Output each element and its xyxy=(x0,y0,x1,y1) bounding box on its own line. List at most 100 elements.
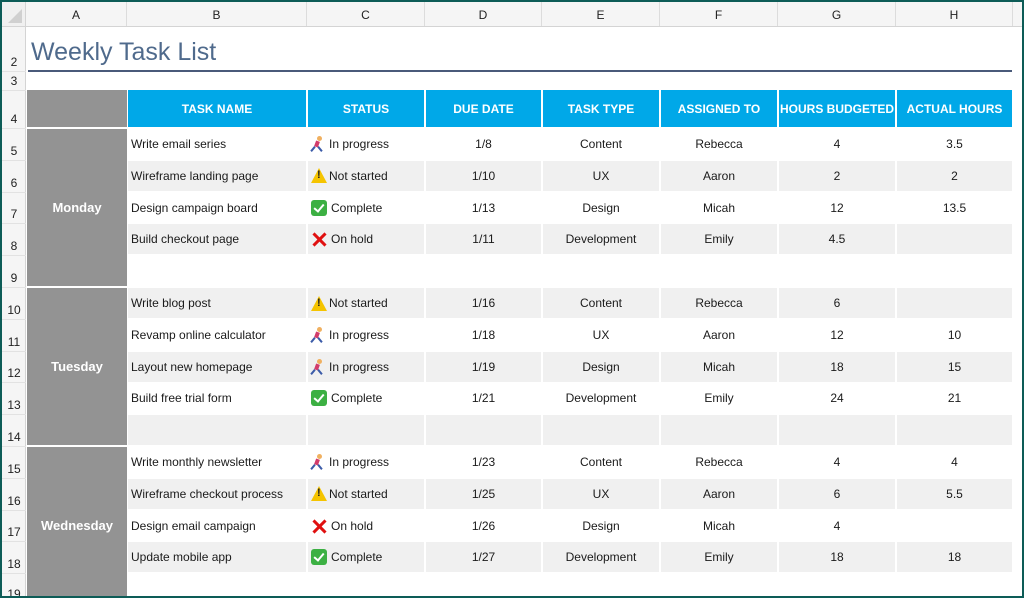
cell-assigned[interactable]: Aaron xyxy=(661,320,777,350)
column-header-h[interactable]: H xyxy=(896,2,1013,26)
cell-task[interactable] xyxy=(128,256,306,286)
cell-task[interactable]: Build checkout page xyxy=(128,224,306,255)
cell-actual[interactable]: 18 xyxy=(897,542,1012,573)
cell-task[interactable]: Layout new homepage xyxy=(128,351,306,382)
cell-assigned[interactable]: Micah xyxy=(661,351,777,382)
column-header-a[interactable]: A xyxy=(26,2,127,26)
day-label-tuesday[interactable]: Tuesday xyxy=(27,288,127,445)
cell-actual[interactable]: 5.5 xyxy=(897,478,1012,509)
cell-due[interactable] xyxy=(426,256,541,286)
cell-assigned[interactable]: Emily xyxy=(661,224,777,255)
column-header-actual-hours[interactable]: ACTUAL HOURS xyxy=(897,90,1012,127)
day-label-wednesday[interactable]: Wednesday xyxy=(27,447,127,596)
cell-status[interactable]: In progress xyxy=(308,320,424,350)
cell-due[interactable]: 1/10 xyxy=(426,160,541,191)
cell-type[interactable]: Design xyxy=(543,511,659,541)
column-header-g[interactable]: G xyxy=(778,2,896,26)
row-header-16[interactable]: 16 xyxy=(2,479,26,511)
column-header-e[interactable]: E xyxy=(542,2,660,26)
cell-due[interactable]: 1/11 xyxy=(426,224,541,255)
cell-assigned[interactable]: Rebecca xyxy=(661,447,777,477)
cell-type[interactable]: Development xyxy=(543,542,659,573)
cell-status[interactable]: Complete xyxy=(308,383,424,413)
cell-task[interactable]: Update mobile app xyxy=(128,542,306,573)
cell-assigned[interactable] xyxy=(661,415,777,446)
day-label-monday[interactable]: Monday xyxy=(27,129,127,286)
cell-status[interactable]: In progress xyxy=(308,129,424,159)
row-header-19[interactable]: 19 xyxy=(2,574,26,596)
cell-actual[interactable] xyxy=(897,415,1012,446)
cell-due[interactable]: 1/23 xyxy=(426,447,541,477)
column-header-d[interactable]: D xyxy=(425,2,542,26)
cell-type[interactable]: Development xyxy=(543,383,659,413)
cell-status[interactable]: On hold xyxy=(308,224,424,255)
cell-assigned[interactable]: Rebecca xyxy=(661,288,777,318)
cell-type[interactable]: Design xyxy=(543,351,659,382)
cell-type[interactable]: Development xyxy=(543,224,659,255)
cell-budgeted[interactable] xyxy=(779,256,895,286)
cell-status[interactable]: Complete xyxy=(308,193,424,223)
select-all-corner[interactable] xyxy=(2,2,26,26)
cell-budgeted[interactable]: 24 xyxy=(779,383,895,413)
row-header-15[interactable]: 15 xyxy=(2,447,26,479)
cell-due[interactable]: 1/18 xyxy=(426,320,541,350)
cell-status[interactable]: Not started xyxy=(308,288,424,318)
cell-task[interactable]: Revamp online calculator xyxy=(128,320,306,350)
cell-budgeted[interactable]: 18 xyxy=(779,542,895,573)
cell-type[interactable] xyxy=(543,256,659,286)
row-header-13[interactable]: 13 xyxy=(2,383,26,416)
cell-task[interactable] xyxy=(128,415,306,446)
cell-assigned[interactable]: Rebecca xyxy=(661,129,777,159)
cell-task[interactable]: Wireframe landing page xyxy=(128,160,306,191)
cell-actual[interactable]: 13.5 xyxy=(897,193,1012,223)
cell-task[interactable]: Write monthly newsletter xyxy=(128,447,306,477)
column-header-task-name[interactable]: TASK NAME xyxy=(128,90,306,127)
row-header-4[interactable]: 4 xyxy=(2,91,26,129)
cell-actual[interactable]: 21 xyxy=(897,383,1012,413)
cell-task[interactable]: Write blog post xyxy=(128,288,306,318)
column-header-hours-budgeted[interactable]: HOURS BUDGETED xyxy=(779,90,895,127)
cell-task[interactable]: Write email series xyxy=(128,129,306,159)
cell-due[interactable]: 1/27 xyxy=(426,542,541,573)
cell-type[interactable] xyxy=(543,415,659,446)
row-header-18[interactable]: 18 xyxy=(2,542,26,575)
cell-status[interactable] xyxy=(308,256,424,286)
cell-budgeted[interactable]: 12 xyxy=(779,320,895,350)
column-header-f[interactable]: F xyxy=(660,2,778,26)
cell-type[interactable]: UX xyxy=(543,320,659,350)
cell-actual[interactable] xyxy=(897,224,1012,255)
row-header-2[interactable]: 2 xyxy=(2,27,26,72)
cell-actual[interactable] xyxy=(897,511,1012,541)
column-header-assigned-to[interactable]: ASSIGNED TO xyxy=(661,90,777,127)
cell-actual[interactable]: 15 xyxy=(897,351,1012,382)
column-header-task-type[interactable]: TASK TYPE xyxy=(543,90,659,127)
cell-budgeted[interactable]: 4 xyxy=(779,511,895,541)
row-header-8[interactable]: 8 xyxy=(2,224,26,257)
cell-assigned[interactable]: Emily xyxy=(661,542,777,573)
row-header-14[interactable]: 14 xyxy=(2,415,26,447)
cell-type[interactable]: UX xyxy=(543,160,659,191)
cell-due[interactable]: 1/19 xyxy=(426,351,541,382)
cell-budgeted[interactable]: 12 xyxy=(779,193,895,223)
cell-due[interactable]: 1/16 xyxy=(426,288,541,318)
cell-due[interactable] xyxy=(426,415,541,446)
cell-due[interactable]: 1/21 xyxy=(426,383,541,413)
row-header-5[interactable]: 5 xyxy=(2,129,26,161)
column-header-b[interactable]: B xyxy=(127,2,307,26)
row-header-7[interactable]: 7 xyxy=(2,193,26,225)
cell-assigned[interactable]: Micah xyxy=(661,193,777,223)
cell-task[interactable]: Build free trial form xyxy=(128,383,306,413)
cell-assigned[interactable]: Micah xyxy=(661,511,777,541)
sheet-title[interactable]: Weekly Task List xyxy=(31,38,216,67)
cell-status[interactable]: In progress xyxy=(308,447,424,477)
cell-actual[interactable]: 3.5 xyxy=(897,129,1012,159)
cell-budgeted[interactable]: 6 xyxy=(779,478,895,509)
cell-actual[interactable]: 10 xyxy=(897,320,1012,350)
cell-budgeted[interactable]: 4.5 xyxy=(779,224,895,255)
cell-budgeted[interactable]: 2 xyxy=(779,160,895,191)
cell-type[interactable]: Design xyxy=(543,193,659,223)
cell-budgeted[interactable]: 4 xyxy=(779,447,895,477)
row-header-11[interactable]: 11 xyxy=(2,320,26,352)
cell-type[interactable]: Content xyxy=(543,288,659,318)
row-header-10[interactable]: 10 xyxy=(2,288,26,320)
